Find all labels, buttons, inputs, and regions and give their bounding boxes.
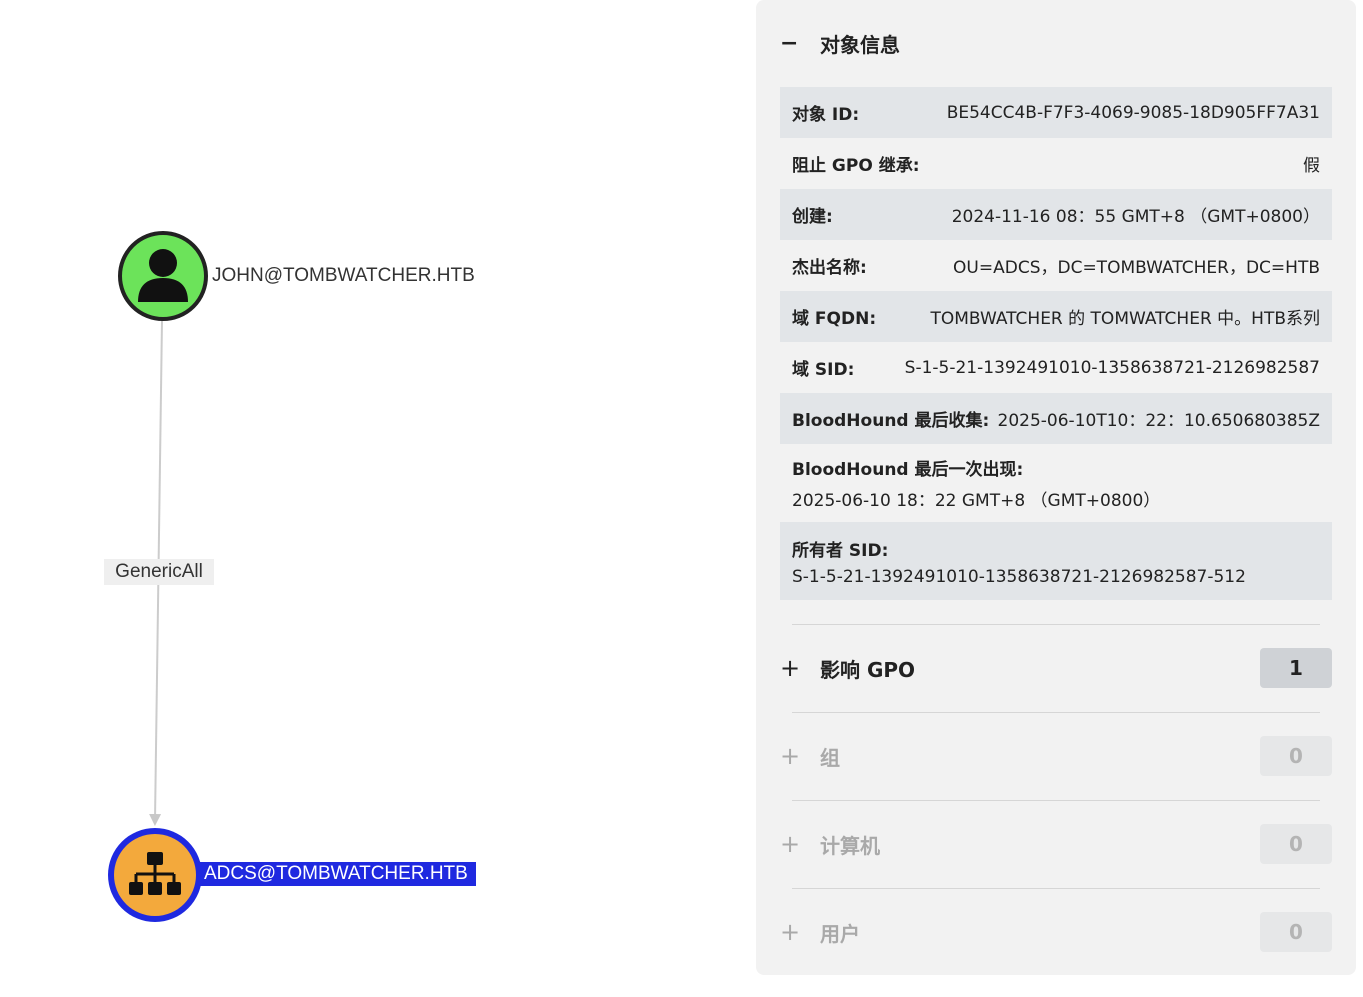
property-value: 2025-06-10 18：22 GMT+8 （GMT+0800） <box>792 491 1161 511</box>
property-row: 杰出名称: OU=ADCS，DC=TOMBWATCHER，DC=HTB <box>780 240 1332 291</box>
property-value: TOMBWATCHER 的 TOMWATCHER 中。HTB系列 <box>930 309 1320 329</box>
users-row[interactable]: + 用户 0 <box>780 912 1332 952</box>
divider <box>792 800 1320 801</box>
object-info-header[interactable]: − 对象信息 <box>780 26 900 60</box>
property-row: 对象 ID: BE54CC4B-F7F3-4069-9085-18D905FF7… <box>780 87 1332 138</box>
affecting-gpo-row[interactable]: + 影响 GPO 1 <box>780 648 1332 688</box>
property-key: 创建: <box>792 207 833 227</box>
property-row: 域 SID: S-1-5-21-1392491010-1358638721-21… <box>780 342 1332 393</box>
plus-icon[interactable]: + <box>780 654 800 682</box>
expandable-label: 计算机 <box>820 833 880 858</box>
property-value: 2025-06-10T10：22：10.650680385Z <box>997 411 1320 431</box>
graph-svg <box>108 231 208 922</box>
source-node-label[interactable]: JOHN@TOMBWATCHER.HTB <box>212 264 475 288</box>
info-panel: − 对象信息 对象 ID: BE54CC4B-F7F3-4069-9085-18… <box>756 0 1356 975</box>
property-value: S-1-5-21-1392491010-1358638721-212698258… <box>792 566 1246 587</box>
property-key: 对象 ID: <box>792 105 860 125</box>
graph-canvas[interactable]: JOHN@TOMBWATCHER.HTB ADCS@TOMBWATCHER.HT… <box>0 0 756 997</box>
plus-icon[interactable]: + <box>780 918 800 946</box>
property-key: 域 SID: <box>792 360 855 380</box>
minus-icon[interactable]: − <box>780 31 798 56</box>
plus-icon[interactable]: + <box>780 742 800 770</box>
divider <box>792 888 1320 889</box>
count-badge: 0 <box>1260 912 1332 952</box>
source-node[interactable] <box>118 231 208 321</box>
property-row: 域 FQDN: TOMBWATCHER 的 TOMWATCHER 中。HTB系列 <box>780 291 1332 342</box>
property-key: 域 FQDN: <box>792 309 877 329</box>
target-node-label[interactable]: ADCS@TOMBWATCHER.HTB <box>200 862 476 886</box>
property-key: 所有者 SID: <box>792 540 889 561</box>
computers-row[interactable]: + 计算机 0 <box>780 824 1332 864</box>
property-value: BE54CC4B-F7F3-4069-9085-18D905FF7A31 <box>946 102 1320 123</box>
property-row: BloodHound 最后一次出现: 2025-06-10 18：22 GMT+… <box>780 444 1332 522</box>
count-badge: 0 <box>1260 824 1332 864</box>
section-title: 对象信息 <box>820 32 900 57</box>
divider <box>792 624 1320 625</box>
edge-label[interactable]: GenericAll <box>104 559 214 585</box>
count-badge: 1 <box>1260 648 1332 688</box>
property-key: BloodHound 最后一次出现: <box>792 460 1024 480</box>
property-value: 假 <box>1303 156 1320 176</box>
property-value: 2024-11-16 08：55 GMT+8 （GMT+0800） <box>951 207 1320 227</box>
property-row: 创建: 2024-11-16 08：55 GMT+8 （GMT+0800） <box>780 189 1332 240</box>
property-row: 阻止 GPO 继承: 假 <box>780 138 1332 189</box>
properties-table: 对象 ID: BE54CC4B-F7F3-4069-9085-18D905FF7… <box>780 87 1332 600</box>
property-key: 阻止 GPO 继承: <box>792 156 920 176</box>
expandable-label: 组 <box>820 745 840 770</box>
groups-row[interactable]: + 组 0 <box>780 736 1332 776</box>
property-row: BloodHound 最后收集: 2025-06-10T10：22：10.650… <box>780 393 1332 444</box>
plus-icon[interactable]: + <box>780 830 800 858</box>
divider <box>792 712 1320 713</box>
property-value: OU=ADCS，DC=TOMBWATCHER，DC=HTB <box>953 258 1320 278</box>
count-badge: 0 <box>1260 736 1332 776</box>
property-value: S-1-5-21-1392491010-1358638721-212698258… <box>904 357 1320 378</box>
target-node[interactable] <box>108 828 202 922</box>
expandable-label: 影响 GPO <box>820 657 916 682</box>
expandable-label: 用户 <box>820 921 860 946</box>
property-row: 所有者 SID: S-1-5-21-1392491010-1358638721-… <box>780 522 1332 600</box>
property-key: BloodHound 最后收集: <box>792 411 990 431</box>
property-key: 杰出名称: <box>792 258 867 278</box>
